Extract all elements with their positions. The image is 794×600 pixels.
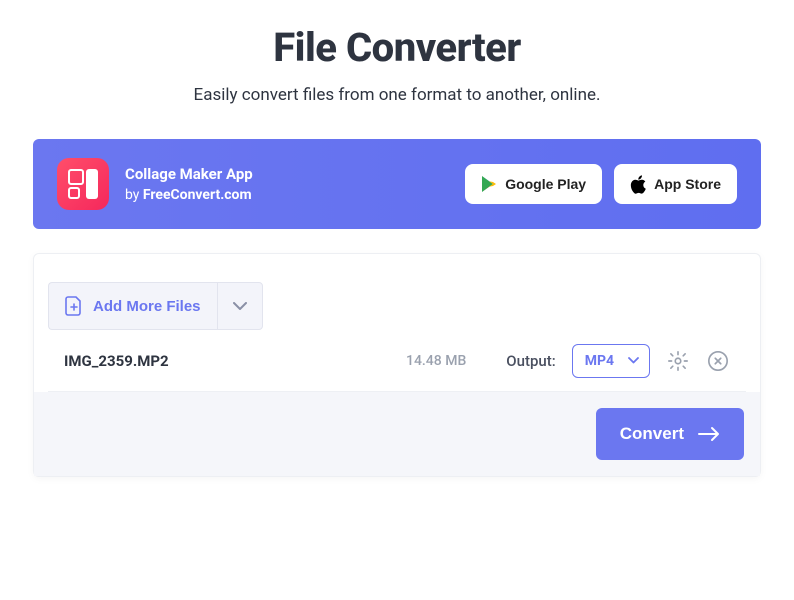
arrow-right-icon: [698, 426, 720, 442]
converter-card: Add More Files IMG_2359.MP2 14.48 MB Out…: [33, 253, 761, 477]
remove-file-button[interactable]: [706, 349, 730, 373]
output-label: Output:: [506, 352, 555, 370]
page-title: File Converter: [33, 24, 761, 71]
collage-app-icon: [57, 158, 109, 210]
output-format-select[interactable]: MP4: [572, 344, 650, 378]
banner-byline: by FreeConvert.com: [125, 187, 253, 203]
file-row: IMG_2359.MP2 14.48 MB Output: MP4: [48, 330, 746, 392]
google-play-button[interactable]: Google Play: [465, 164, 602, 204]
banner-app-name: Collage Maker App: [125, 165, 253, 183]
add-more-files-label: Add More Files: [93, 298, 201, 315]
app-store-label: App Store: [654, 176, 721, 192]
google-play-icon: [481, 175, 497, 193]
chevron-down-icon: [628, 357, 639, 364]
chevron-down-icon: [233, 302, 247, 311]
add-file-icon: [65, 296, 83, 316]
settings-button[interactable]: [666, 349, 690, 373]
file-size: 14.48 MB: [406, 353, 466, 369]
output-format-value: MP4: [585, 353, 614, 369]
convert-label: Convert: [620, 424, 684, 444]
card-footer: Convert: [34, 392, 760, 476]
apple-icon: [630, 175, 646, 194]
google-play-label: Google Play: [505, 176, 586, 192]
close-circle-icon: [707, 350, 729, 372]
gear-icon: [667, 350, 689, 372]
add-more-files-dropdown[interactable]: [217, 282, 263, 330]
convert-button[interactable]: Convert: [596, 408, 744, 460]
file-name: IMG_2359.MP2: [64, 352, 390, 370]
add-more-files-button[interactable]: Add More Files: [48, 282, 217, 330]
promo-banner: Collage Maker App by FreeConvert.com Goo…: [33, 139, 761, 229]
page-subtitle: Easily convert files from one format to …: [33, 85, 761, 105]
app-store-button[interactable]: App Store: [614, 164, 737, 204]
